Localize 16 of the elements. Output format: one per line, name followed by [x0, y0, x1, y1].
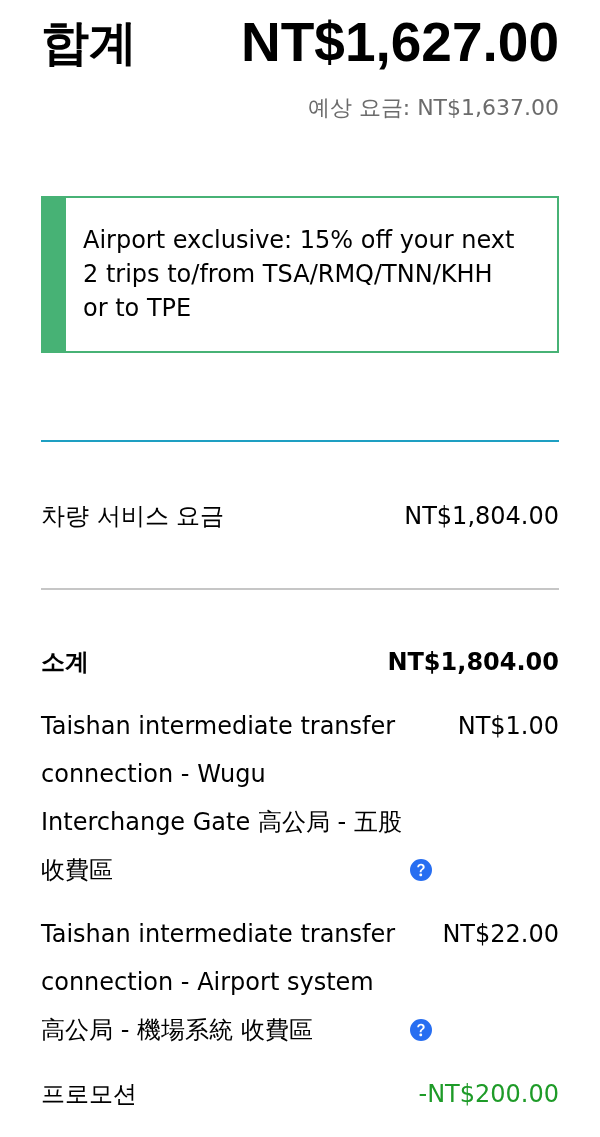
total-label: 합계	[41, 13, 137, 72]
promotion-amount: -NT$200.00	[418, 1079, 559, 1110]
help-icon[interactable]	[410, 859, 432, 881]
toll-amount: NT$22.00	[442, 919, 559, 950]
subtotal-amount: NT$1,804.00	[387, 647, 559, 678]
estimated-fare: 예상 요금: NT$1,637.00	[307, 94, 559, 122]
toll-amount: NT$1.00	[457, 711, 559, 742]
toll-label: Taishan intermediate transfer connection - Airport system 高公局 - 機場系統 收費區	[41, 919, 397, 1046]
promo-text: Airport exclusive: 15% off your next 2 trips to/from TSA/RMQ/TNN/KHH or to TPE	[83, 225, 516, 324]
fare-label: 차량 서비스 요금	[41, 501, 225, 532]
toll-label: Taishan intermediate transfer connection - Wugu Interchange Gate 高公局 - 五股收費區	[41, 711, 403, 886]
subtotal-label: 소계	[41, 647, 89, 678]
help-icon[interactable]	[410, 1019, 432, 1041]
fare-amount: NT$1,804.00	[404, 501, 559, 532]
promotion-label: 프로모션	[41, 1079, 137, 1110]
total-amount: NT$1,627.00	[241, 11, 559, 73]
